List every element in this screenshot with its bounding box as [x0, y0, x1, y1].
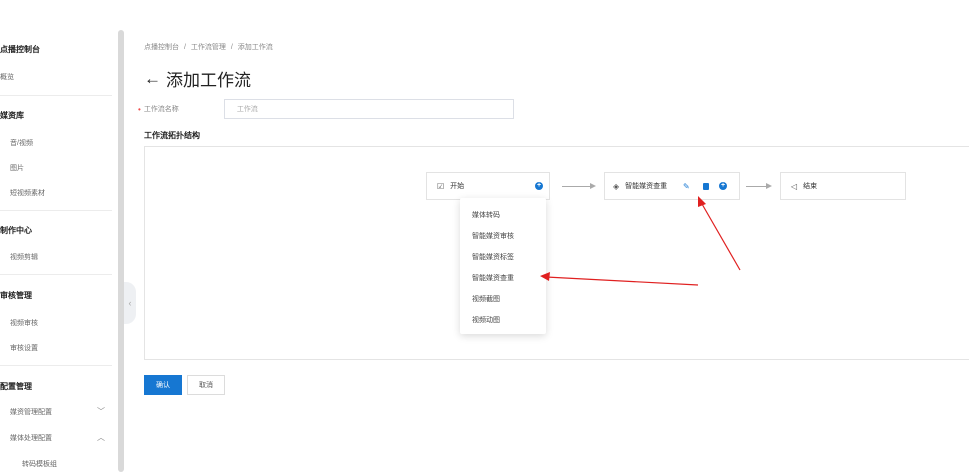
- add-node-icon[interactable]: +: [535, 182, 543, 190]
- sidebar-divider: [0, 274, 112, 275]
- sidebar-section-media: 媒资库: [0, 111, 24, 120]
- sidebar-collapse-button[interactable]: ‹: [124, 282, 136, 324]
- connector-line: [562, 186, 590, 187]
- dropdown-item-snapshot[interactable]: 视频截图: [472, 294, 500, 304]
- start-node-label: 开始: [450, 183, 465, 190]
- sidebar-item-overview[interactable]: 概览: [0, 72, 14, 82]
- sidebar-item-media-config[interactable]: 媒资管理配置: [10, 407, 52, 417]
- dropdown-item-review[interactable]: 智能媒资审核: [472, 231, 514, 241]
- sidebar-item-audio-video[interactable]: 音/视频: [10, 138, 33, 148]
- node-type-dropdown: 媒体转码 智能媒资审核 智能媒资标签 智能媒资查重 视频截图 视频动图: [460, 198, 546, 334]
- breadcrumb-separator: /: [230, 44, 233, 51]
- sidebar-divider: [0, 210, 112, 211]
- end-node[interactable]: ◁ 结束: [780, 172, 906, 200]
- layers-icon: ◈: [613, 181, 620, 191]
- chevron-down-icon[interactable]: ﹀: [96, 406, 106, 416]
- sidebar-section-production: 制作中心: [0, 226, 32, 235]
- delete-icon[interactable]: [703, 182, 709, 190]
- workflow-name-row: • 工作流名称 工作流: [138, 99, 514, 119]
- sidebar-item-video-edit[interactable]: 视频剪辑: [10, 252, 38, 262]
- cancel-button[interactable]: 取消: [187, 375, 225, 395]
- confirm-button[interactable]: 确认: [144, 375, 182, 395]
- chevron-up-icon[interactable]: ︿: [96, 432, 106, 442]
- chevron-left-icon: ‹: [128, 298, 132, 308]
- breadcrumb: 点播控制台 / 工作流管理 / 添加工作流: [144, 42, 276, 52]
- connector-arrow-icon: [766, 183, 772, 189]
- sidebar-item-short-video[interactable]: 短视频素材: [10, 188, 45, 198]
- sidebar-item-processing-config[interactable]: 媒体处理配置: [10, 433, 52, 443]
- sidebar: 点播控制台 概览 媒资库 音/视频 图片 短视频素材 制作中心 视频剪辑 审核管…: [0, 0, 118, 472]
- workflow-name-input[interactable]: 工作流: [223, 99, 514, 119]
- sidebar-item-transcode-template[interactable]: 转码模板组: [22, 459, 57, 469]
- dropdown-item-tagging[interactable]: 智能媒资标签: [472, 252, 514, 262]
- breadcrumb-workflow[interactable]: 工作流管理: [191, 44, 226, 51]
- dropdown-item-transcode[interactable]: 媒体转码: [472, 210, 500, 220]
- required-marker: •: [138, 104, 141, 114]
- dedup-node-label: 智能媒资查重: [625, 183, 668, 190]
- send-icon: ◁: [791, 181, 798, 191]
- start-node[interactable]: ☑ 开始 +: [426, 172, 550, 200]
- console-title: 点播控制台: [0, 45, 40, 54]
- workflow-name-label: 工作流名称: [143, 106, 179, 113]
- sidebar-section-config: 配置管理: [0, 382, 32, 391]
- sidebar-section-review: 审核管理: [0, 291, 32, 300]
- breadcrumb-separator: /: [183, 44, 186, 51]
- add-node-icon[interactable]: +: [719, 182, 727, 190]
- sidebar-item-images[interactable]: 图片: [10, 163, 24, 173]
- connector-line: [746, 186, 766, 187]
- sidebar-item-video-review[interactable]: 视频审核: [10, 318, 38, 328]
- dropdown-item-gif[interactable]: 视频动图: [472, 315, 500, 325]
- sidebar-divider: [0, 365, 112, 366]
- edit-pencil-icon[interactable]: ✎: [683, 182, 690, 191]
- edit-square-icon: ☑: [437, 181, 445, 191]
- dropdown-item-dedup[interactable]: 智能媒资查重: [472, 273, 514, 283]
- dedup-node[interactable]: ◈ 智能媒资查重 ✎ +: [604, 172, 740, 200]
- connector-arrow-icon: [590, 183, 596, 189]
- back-arrow-icon[interactable]: ←: [144, 69, 161, 89]
- topology-title: 工作流拓扑结构: [144, 131, 200, 140]
- breadcrumb-current: 添加工作流: [237, 44, 273, 51]
- page-title: ← 添加工作流: [144, 66, 251, 91]
- end-node-label: 结束: [803, 183, 818, 190]
- sidebar-item-review-settings[interactable]: 审核设置: [10, 343, 38, 353]
- sidebar-scrollbar[interactable]: [118, 30, 124, 472]
- breadcrumb-console[interactable]: 点播控制台: [144, 44, 179, 51]
- sidebar-divider: [0, 95, 112, 96]
- page-title-text: 添加工作流: [166, 71, 251, 90]
